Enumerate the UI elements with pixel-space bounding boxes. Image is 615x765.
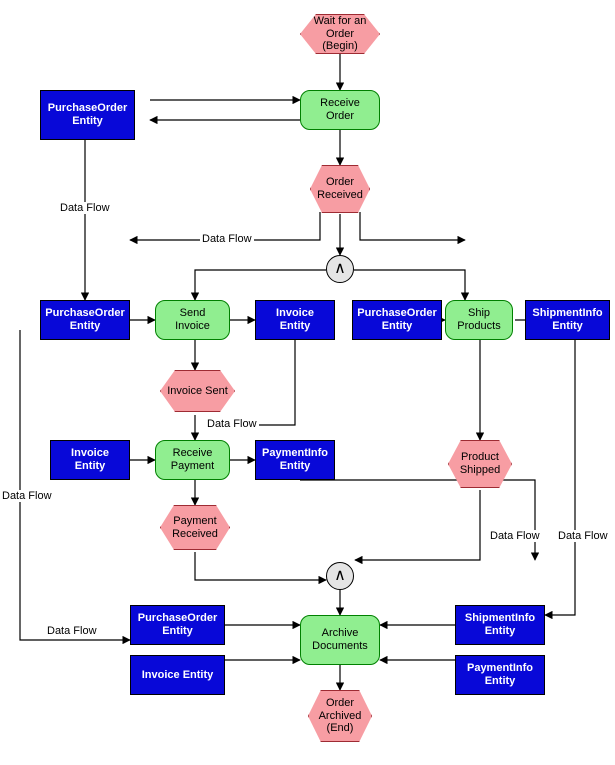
entity-label: Invoice Entity (142, 669, 214, 682)
event-invoice-sent: Invoice Sent (160, 370, 235, 412)
event-label: Order Received (317, 176, 363, 201)
entity-label: PaymentInfo Entity (262, 447, 328, 472)
event-order-archived: Order Archived (End) (308, 690, 372, 742)
entity-shipment-info-bottom: ShipmentInfo Entity (455, 605, 545, 645)
activity-label: Receive Payment (162, 447, 223, 472)
entity-invoice-left: Invoice Entity (50, 440, 130, 480)
entity-label: PurchaseOrder Entity (45, 307, 124, 332)
event-label: Payment Received (167, 515, 223, 540)
activity-archive-documents: Archive Documents (300, 615, 380, 665)
event-product-shipped: Product Shipped (448, 440, 512, 488)
event-label: Invoice Sent (167, 385, 228, 398)
activity-label: Receive Order (307, 97, 373, 122)
activity-ship-products: Ship Products (445, 300, 513, 340)
event-label: Product Shipped (455, 451, 505, 476)
activity-label: Ship Products (452, 307, 506, 332)
activity-send-invoice: Send Invoice (155, 300, 230, 340)
entity-invoice-bottom: Invoice Entity (130, 655, 225, 695)
entity-label: PaymentInfo Entity (462, 662, 538, 687)
entity-payment-info-bottom: PaymentInfo Entity (455, 655, 545, 695)
edge-label-data-flow: Data Flow (45, 625, 99, 637)
entity-label: PurchaseOrder Entity (47, 102, 128, 127)
entity-label: PurchaseOrder Entity (137, 612, 218, 637)
entity-purchase-order-mid: PurchaseOrder Entity (352, 300, 442, 340)
entity-label: ShipmentInfo Entity (532, 307, 603, 332)
entity-purchase-order-left: PurchaseOrder Entity (40, 300, 130, 340)
entity-label: Invoice Entity (57, 447, 123, 472)
entity-label: Invoice Entity (262, 307, 328, 332)
activity-label: Archive Documents (307, 627, 373, 652)
entity-invoice-mid: Invoice Entity (255, 300, 335, 340)
edge-label-data-flow: Data Flow (556, 530, 610, 542)
entity-label: PurchaseOrder Entity (357, 307, 436, 332)
gateway-and-1: ∧ (326, 255, 354, 283)
entity-label: ShipmentInfo Entity (462, 612, 538, 637)
gateway-and-2: ∧ (326, 562, 354, 590)
activity-label: Send Invoice (162, 307, 223, 332)
entity-purchase-order-bottom: PurchaseOrder Entity (130, 605, 225, 645)
diagram-canvas: Wait for an Order (Begin) Order Received… (0, 0, 615, 765)
edge-label-data-flow: Data Flow (58, 202, 112, 214)
gateway-label: ∧ (334, 260, 346, 278)
entity-shipment-info-right: ShipmentInfo Entity (525, 300, 610, 340)
event-payment-received: Payment Received (160, 505, 230, 550)
event-label: Order Archived (End) (315, 697, 365, 735)
gateway-label: ∧ (334, 567, 346, 585)
activity-receive-payment: Receive Payment (155, 440, 230, 480)
edge-label-data-flow: Data Flow (488, 530, 542, 542)
edge-label-data-flow: Data Flow (200, 233, 254, 245)
edge-label-data-flow: Data Flow (205, 418, 259, 430)
event-wait-order: Wait for an Order (Begin) (300, 14, 380, 54)
entity-payment-info-mid: PaymentInfo Entity (255, 440, 335, 480)
event-order-received: Order Received (310, 165, 370, 213)
activity-receive-order: Receive Order (300, 90, 380, 130)
edge-label-data-flow: Data Flow (0, 490, 54, 502)
event-label: Wait for an Order (Begin) (307, 15, 373, 53)
entity-purchase-order-top: PurchaseOrder Entity (40, 90, 135, 140)
